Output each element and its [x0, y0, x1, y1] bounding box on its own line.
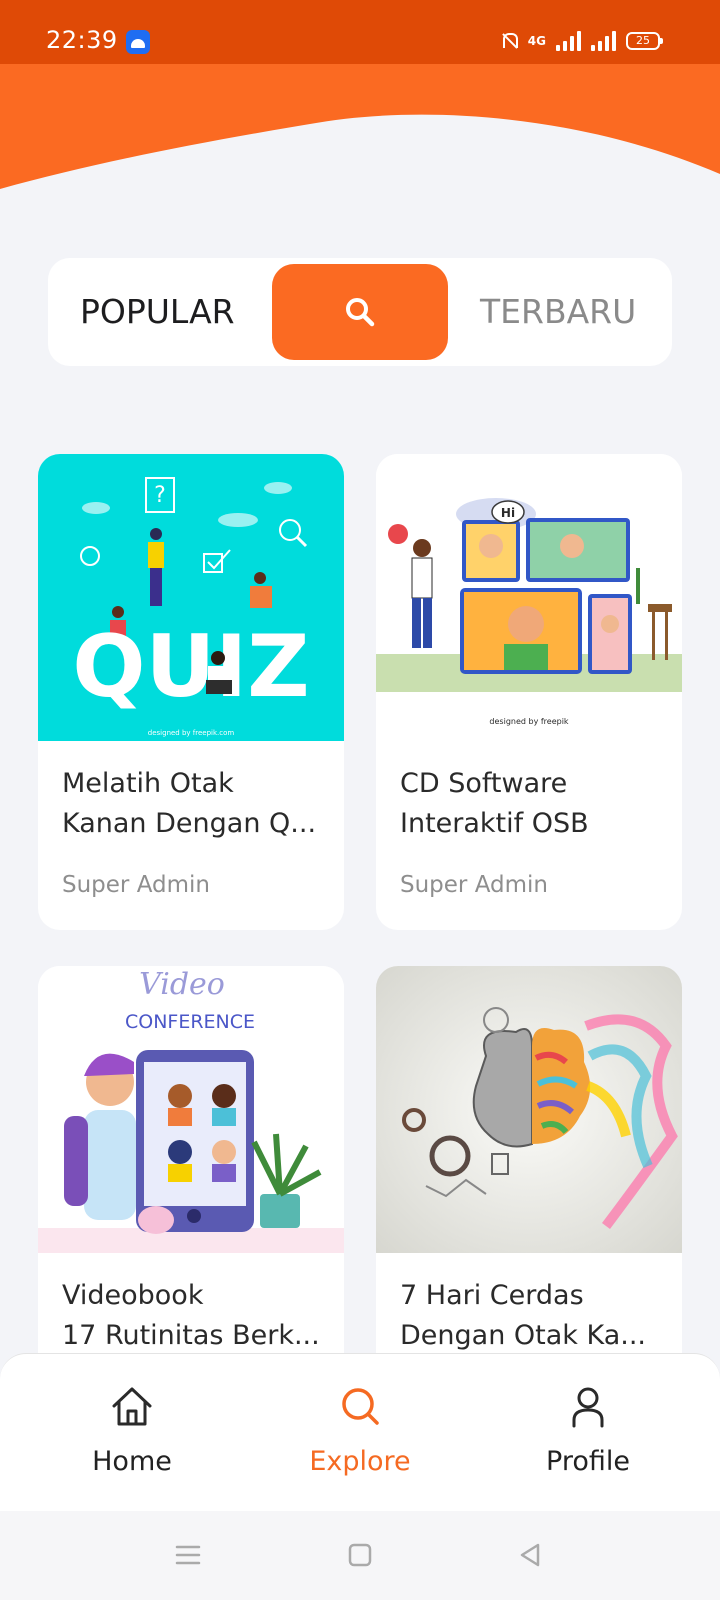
- bottom-navigation: Home Explore Profile: [0, 1353, 720, 1511]
- card-title: CD Software Interaktif OSB: [400, 768, 589, 839]
- system-navigation-bar: [0, 1511, 720, 1600]
- nav-profile-label: Profile: [546, 1446, 630, 1477]
- user-icon: [572, 1387, 604, 1428]
- signal-icon: [591, 31, 616, 51]
- thumbnail-credit: designed by freepik.com: [148, 729, 235, 737]
- back-icon[interactable]: [516, 1541, 544, 1569]
- home-icon: [112, 1387, 152, 1426]
- nav-home[interactable]: Home: [52, 1384, 212, 1477]
- video-call-thumbnail: Hi designed by freepik: [376, 454, 682, 741]
- status-bar: 22:39 4G 25: [0, 0, 720, 64]
- video-word: Video: [139, 967, 225, 1002]
- category-tabs: POPULAR TERBARU: [48, 258, 672, 366]
- conference-word: CONFERENCE: [125, 1011, 255, 1033]
- content-card[interactable]: Hi designed by freepik CD Software Inter…: [376, 454, 682, 930]
- tab-popular[interactable]: POPULAR: [80, 258, 235, 366]
- card-author: Super Admin: [400, 872, 548, 898]
- nav-explore[interactable]: Explore: [280, 1384, 440, 1477]
- status-time: 22:39: [46, 26, 118, 54]
- header-wave: [0, 64, 720, 189]
- nav-home-label: Home: [92, 1446, 172, 1477]
- card-author: Super Admin: [62, 872, 210, 898]
- thumbnail-credit: designed by freepik: [489, 717, 569, 726]
- signal-icon: [556, 31, 581, 51]
- card-title: 7 Hari Cerdas Dengan Otak Ka...: [400, 1280, 647, 1351]
- quiz-thumbnail: ? QUIZ designed by freepik.com: [38, 454, 344, 741]
- tab-latest[interactable]: TERBARU: [480, 258, 636, 366]
- nav-explore-label: Explore: [309, 1446, 411, 1477]
- nav-profile[interactable]: Profile: [508, 1384, 668, 1477]
- bell-muted-icon: [500, 31, 518, 51]
- brain-thumbnail: [376, 966, 682, 1253]
- battery-icon: 25: [626, 32, 663, 50]
- tab-search[interactable]: [272, 264, 448, 360]
- card-title: Melatih Otak Kanan Dengan Q...: [62, 768, 317, 839]
- status-icons: 4G 25: [500, 28, 663, 54]
- video-conference-thumbnail: Video CONFERENCE: [38, 966, 344, 1253]
- svg-text:?: ?: [154, 483, 166, 508]
- search-icon: [342, 1388, 379, 1425]
- menu-icon[interactable]: [174, 1541, 202, 1569]
- card-title: Videobook 17 Rutinitas Berk...: [62, 1280, 320, 1351]
- search-icon: [346, 298, 375, 327]
- android-icon: [126, 30, 150, 54]
- home-square-icon[interactable]: [346, 1541, 374, 1569]
- chat-bubble-text: Hi: [501, 506, 515, 520]
- content-card[interactable]: ? QUIZ designed by freepik.com Melatih O…: [38, 454, 344, 930]
- network-type: 4G: [527, 34, 546, 48]
- quiz-word: QUIZ: [72, 617, 309, 717]
